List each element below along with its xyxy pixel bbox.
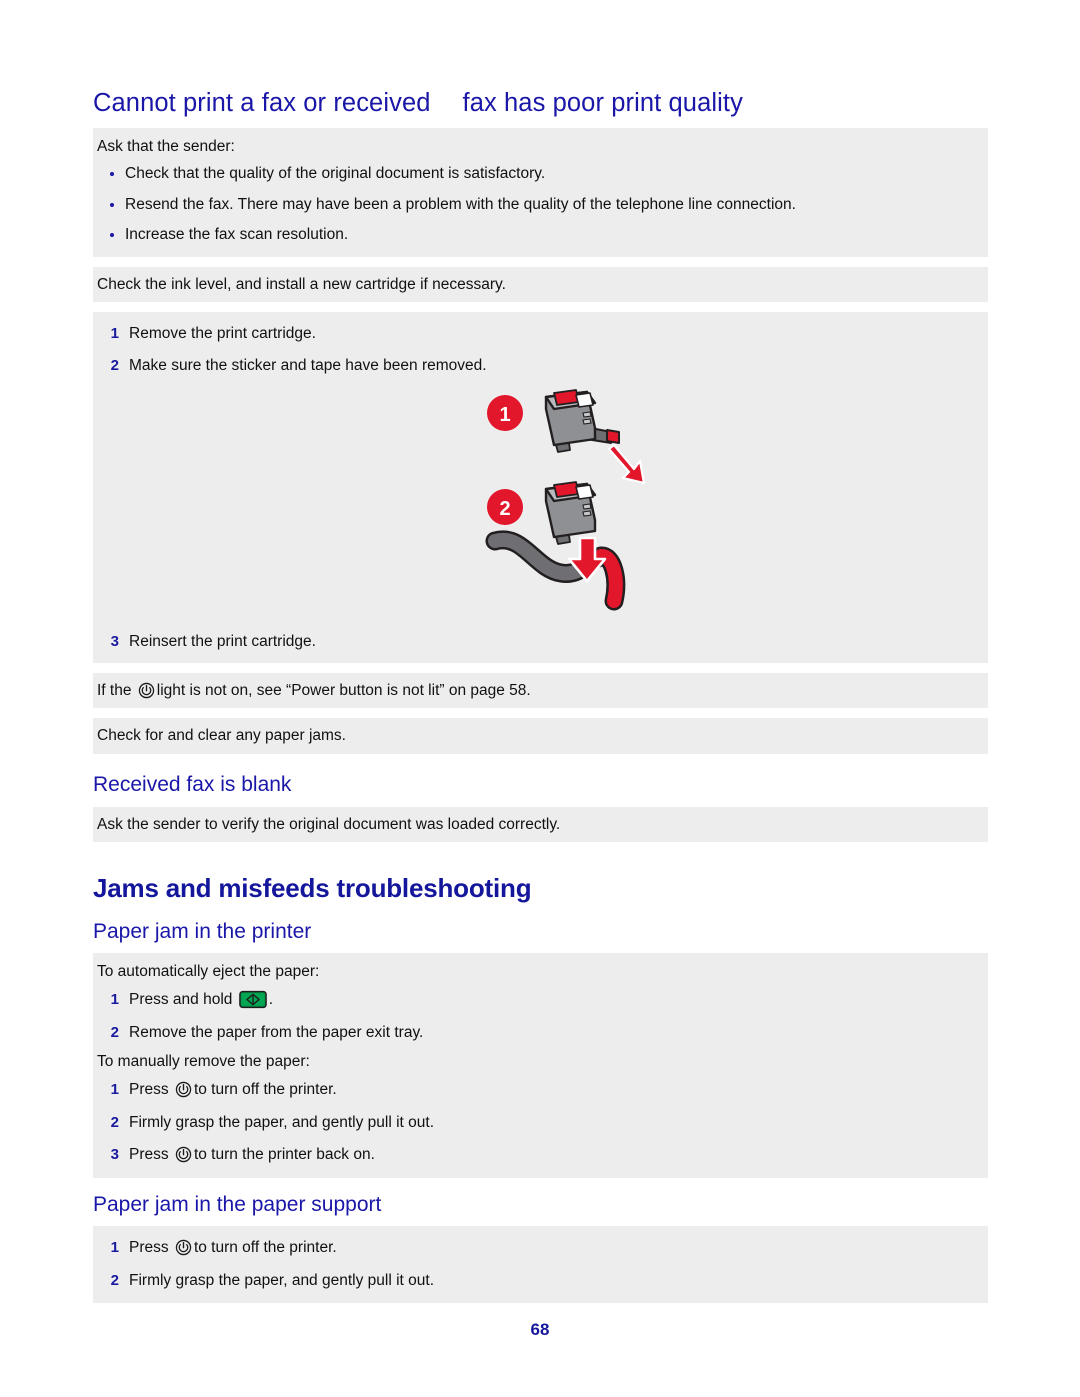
tape-strip — [485, 530, 626, 611]
list-item-label: Check that the quality of the original d… — [125, 165, 546, 183]
numbered-step: 2 Make sure the sticker and tape have be… — [93, 350, 988, 382]
list-item-label: Increase the fax scan resolution. — [125, 226, 349, 244]
numbered-step: 2 Firmly grasp the paper, and gently pul… — [93, 1265, 988, 1297]
ask-sender-bullet-list: Check that the quality of the original d… — [93, 159, 988, 250]
numbered-step: 3 Reinsert the print cartridge. — [93, 626, 988, 663]
callout-2-label: 2 — [499, 498, 510, 520]
page-title: Cannot print a fax or received fax has po… — [93, 88, 988, 120]
step-number: 2 — [110, 1113, 119, 1131]
band-gap — [93, 663, 988, 673]
step-text-before: Press — [129, 1081, 169, 1099]
numbered-step: 1 Press to turn off the printer. — [93, 1074, 988, 1106]
page-number: 68 — [530, 1320, 550, 1339]
page-content: Cannot print a fax or received fax has po… — [93, 0, 988, 1303]
step-number: 1 — [110, 1239, 119, 1257]
illustration-band: 1 2 — [93, 382, 988, 626]
paper-jams-band: Check for and clear any paper jams. — [93, 718, 988, 754]
step-number: 1 — [110, 1081, 119, 1099]
band-gap — [93, 302, 988, 312]
page-title-part1: Cannot print a fax or received — [93, 89, 431, 117]
section-heading-paper-jam-support: Paper jam in the paper support — [93, 1192, 382, 1216]
received-fax-blank-band: Ask the sender to verify the original do… — [93, 806, 988, 843]
received-fax-blank-text: Ask the sender to verify the original do… — [97, 815, 561, 833]
step-number: 2 — [110, 1023, 119, 1041]
cartridge-bottom — [544, 480, 597, 545]
print-cartridge-tape-removal-illustration: 1 2 — [483, 383, 663, 623]
cartridge-steps-band: 1 Remove the print cartridge. 2 Make sur… — [93, 311, 988, 664]
bullet-icon — [110, 172, 114, 177]
numbered-step: 1 Remove the print cartridge. — [93, 318, 988, 350]
power-light-text: If the light is not on, see “Power butto… — [93, 678, 988, 703]
step-text: Reinsert the print cartridge. — [129, 632, 316, 650]
section-heading-jams-misfeeds: Jams and misfeeds troubleshooting — [93, 873, 532, 904]
step-text: Remove the print cartridge. — [129, 324, 316, 342]
band-gap — [93, 257, 988, 267]
paper-feed-button-icon — [238, 990, 267, 1009]
paper-jams-text: Check for and clear any paper jams. — [97, 727, 346, 745]
power-light-text-before: If the — [97, 682, 132, 700]
step-text-after: to turn the printer back on. — [193, 1146, 375, 1164]
step-text: Firmly grasp the paper, and gently pull … — [129, 1113, 434, 1131]
step-text: Make sure the sticker and tape have been… — [129, 357, 487, 375]
step-text-after: . — [268, 991, 274, 1009]
ask-sender-band: Ask that the sender: Check that the qual… — [93, 127, 988, 257]
support-jam-band: 1 Press to turn off the printer. 2 Firml… — [93, 1226, 988, 1303]
bullet-icon — [110, 233, 114, 238]
step-text-after: to turn off the printer. — [193, 1239, 337, 1257]
document-page: Cannot print a fax or received fax has po… — [0, 0, 1080, 1397]
step-number: 1 — [110, 991, 119, 1009]
auto-eject-intro: To automatically eject the paper: — [97, 962, 320, 980]
section-heading-paper-jam-printer: Paper jam in the printer — [93, 919, 312, 943]
numbered-step: 2 Firmly grasp the paper, and gently pul… — [93, 1107, 988, 1139]
step-text: Firmly grasp the paper, and gently pull … — [129, 1271, 434, 1289]
callout-1-label: 1 — [499, 404, 510, 426]
band-gap — [93, 708, 988, 718]
step-number: 3 — [110, 1146, 119, 1164]
ink-level-band: Check the ink level, and install a new c… — [93, 266, 988, 302]
step-text-after: to turn off the printer. — [193, 1081, 337, 1099]
power-light-text-after: light is not on, see “Power button is no… — [156, 682, 531, 700]
power-button-icon — [138, 682, 155, 699]
numbered-step: 1 Press and hold . — [93, 984, 988, 1016]
step-text: Remove the paper from the paper exit tra… — [129, 1023, 424, 1041]
cartridge-top — [544, 388, 620, 453]
step-number: 1 — [110, 324, 119, 342]
numbered-step: 2 Remove the paper from the paper exit t… — [93, 1017, 988, 1049]
ink-level-text: Check the ink level, and install a new c… — [97, 275, 506, 293]
step-text-before: Press — [129, 1239, 169, 1257]
page-title-part2: fax has poor print quality — [462, 89, 743, 117]
bullet-icon — [110, 202, 114, 207]
list-item: Check that the quality of the original d… — [93, 159, 988, 189]
power-button-icon — [175, 1146, 192, 1163]
list-item: Increase the fax scan resolution. — [93, 220, 988, 250]
printer-jam-band: To automatically eject the paper: 1 Pres… — [93, 952, 988, 1178]
power-button-icon — [175, 1081, 192, 1098]
numbered-step: 3 Press to turn the printer back on. — [93, 1139, 988, 1171]
ask-sender-intro: Ask that the sender: — [97, 137, 235, 155]
step-number: 2 — [110, 1271, 119, 1289]
step-text-before: Press — [129, 1146, 169, 1164]
manual-remove-intro: To manually remove the paper: — [97, 1053, 310, 1071]
section-heading-received-fax-blank: Received fax is blank — [93, 772, 292, 796]
arrow-pull-tape-1 — [607, 443, 646, 484]
step-text-before: Press and hold — [129, 991, 233, 1009]
power-button-icon — [175, 1239, 192, 1256]
list-item-label: Resend the fax. There may have been a pr… — [125, 195, 796, 213]
step-number: 2 — [110, 357, 119, 375]
power-light-band: If the light is not on, see “Power butto… — [93, 673, 988, 709]
list-item: Resend the fax. There may have been a pr… — [93, 190, 988, 220]
numbered-step: 1 Press to turn off the printer. — [93, 1232, 988, 1264]
step-number: 3 — [110, 632, 119, 650]
